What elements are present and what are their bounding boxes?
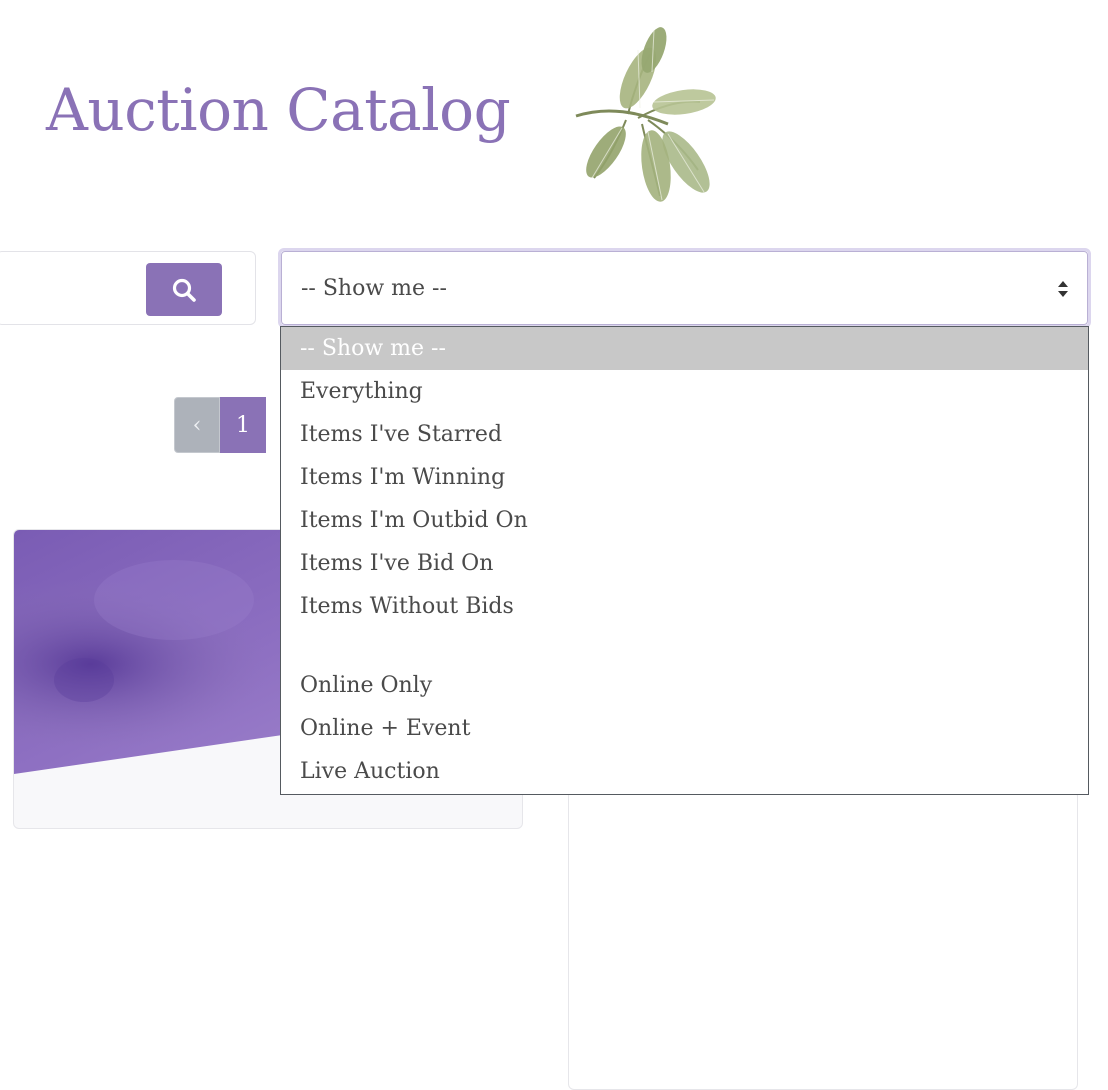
select-border: -- Show me -- xyxy=(281,251,1088,325)
search-icon xyxy=(172,278,196,302)
chevron-left-icon: ‹ xyxy=(192,412,202,438)
option-items-without-bids[interactable]: Items Without Bids xyxy=(281,585,1088,628)
option-items-bid-on[interactable]: Items I've Bid On xyxy=(281,542,1088,585)
show-me-options-list: -- Show me -- Everything Items I've Star… xyxy=(280,326,1089,795)
leaf-decoration-icon xyxy=(575,27,716,202)
search-button[interactable] xyxy=(146,263,222,316)
pagination: ‹ 1 xyxy=(174,397,266,453)
option-separator xyxy=(281,628,1088,664)
option-live-auction[interactable]: Live Auction xyxy=(281,750,1088,793)
show-me-select[interactable]: -- Show me -- xyxy=(278,248,1091,328)
select-current-value: -- Show me -- xyxy=(301,276,447,301)
sort-arrows-icon xyxy=(1058,281,1068,297)
page-number: 1 xyxy=(236,412,250,438)
search-box[interactable] xyxy=(0,251,256,325)
previous-page-button[interactable]: ‹ xyxy=(174,397,220,453)
option-items-winning[interactable]: Items I'm Winning xyxy=(281,456,1088,499)
catalog-item-card[interactable] xyxy=(568,790,1078,1090)
page-title: Auction Catalog xyxy=(46,76,511,144)
option-everything[interactable]: Everything xyxy=(281,370,1088,413)
option-show-me[interactable]: -- Show me -- xyxy=(281,327,1088,370)
page-1-button[interactable]: 1 xyxy=(220,397,266,453)
option-online-event[interactable]: Online + Event xyxy=(281,707,1088,750)
option-items-outbid[interactable]: Items I'm Outbid On xyxy=(281,499,1088,542)
option-items-starred[interactable]: Items I've Starred xyxy=(281,413,1088,456)
option-online-only[interactable]: Online Only xyxy=(281,664,1088,707)
